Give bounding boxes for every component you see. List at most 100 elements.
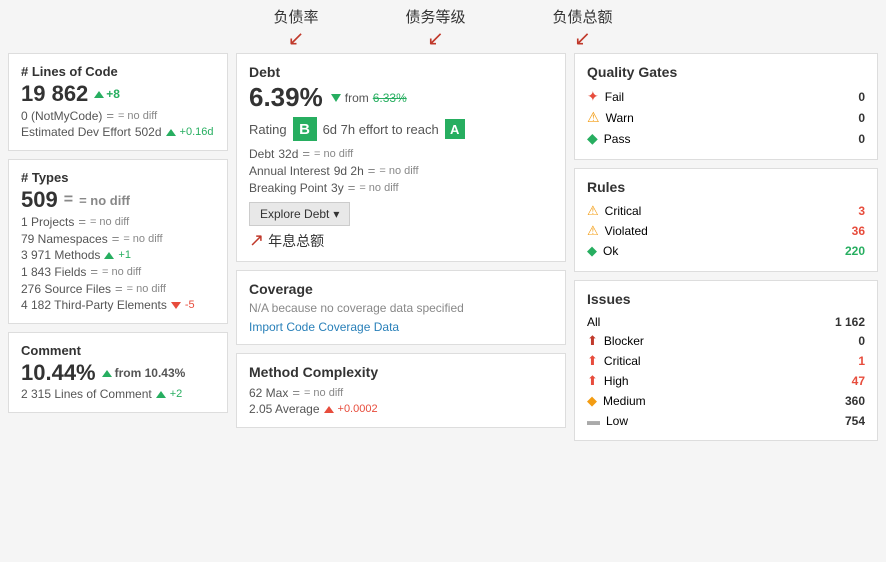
rules-violated-icon: ⚠ (587, 223, 599, 239)
methods-up-arrow (104, 252, 114, 259)
rules-ok-icon: ◆ (587, 243, 597, 259)
annual-arrow: ↗ (249, 230, 264, 251)
rules-critical-row: ⚠ Critical 3 (587, 201, 865, 221)
qg-fail-row: ✦ Fail 0 (587, 86, 865, 107)
debt-percent: 6.39% (249, 82, 323, 113)
types-title: # Types (21, 170, 215, 185)
comment-value: 10.44% from 10.43% (21, 360, 215, 386)
annotations: 负债率 ↙ 债务等级 ↙ 负债总额 ↙ (0, 0, 886, 49)
rules-card: Rules ⚠ Critical 3 ⚠ Violated 36 ◆ Ok (574, 168, 878, 272)
rules-violated-count: 36 (852, 224, 865, 238)
high-icon: ⬆ (587, 373, 598, 389)
rating-badge-b: B (293, 117, 317, 141)
rules-ok-row: ◆ Ok 220 (587, 241, 865, 261)
medium-icon: ◆ (587, 393, 597, 409)
pass-icon: ◆ (587, 130, 598, 147)
types-fields-row: 1 843 Fields = = no diff (21, 263, 215, 280)
effort-delta: +0.16d (180, 126, 214, 138)
issues-low-count: 754 (845, 414, 865, 428)
types-namespaces-row: 79 Namespaces = = no diff (21, 230, 215, 247)
issues-blocker-row: ⬆ Blocker 0 (587, 331, 865, 351)
debt-from-val: 6.33% (373, 91, 407, 105)
types-source-row: 276 Source Files = = no diff (21, 280, 215, 297)
rules-ok-count: 220 (845, 244, 865, 258)
breaking-point-row: Breaking Point 3y = = no diff (249, 179, 553, 196)
qg-warn-row: ⚠ Warn 0 (587, 107, 865, 128)
left-panel: # Lines of Code 19 862 +8 0 (NotMyCode) … (8, 53, 228, 441)
comment-lines-arrow (156, 391, 166, 398)
thirdparty-delta: -5 (185, 299, 195, 311)
coverage-link[interactable]: Import Code Coverage Data (249, 320, 399, 334)
methods-delta: +1 (118, 249, 131, 261)
issues-card: Issues All 1 162 ⬆ Blocker 0 ⬆ Critical (574, 280, 878, 441)
comment-from: from 10.43% (102, 366, 186, 380)
rules-critical-count: 3 (858, 204, 865, 218)
issues-high-count: 47 (852, 374, 865, 388)
complexity-delta: +0.0002 (338, 403, 378, 415)
debt-card: Debt 6.39% from 6.33% Rating B 6d 7h eff… (236, 53, 566, 262)
right-panel: Quality Gates ✦ Fail 0 ⚠ Warn 0 ◆ Pass (574, 53, 878, 441)
rating-badge-a: A (445, 119, 465, 139)
debt-details: Debt 32d = = no diff Annual Interest 9d … (249, 145, 553, 196)
comment-lines-row: 2 315 Lines of Comment +2 (21, 386, 215, 402)
fail-icon: ✦ (587, 88, 599, 105)
blocker-icon: ⬆ (587, 333, 598, 349)
explore-chevron-icon: ▾ (333, 207, 339, 221)
annotation-debt-total: 负债总额 ↙ (552, 6, 612, 49)
comment-title: Comment (21, 343, 215, 358)
loc-effort-row: Estimated Dev Effort 502d +0.16d (21, 124, 215, 140)
loc-up-arrow (94, 91, 104, 98)
qg-title: Quality Gates (587, 64, 865, 80)
loc-delta: +8 (94, 87, 120, 101)
arrow-debt-total: ↙ (574, 29, 591, 49)
complexity-avg-row: 2.05 Average +0.0002 (249, 401, 553, 417)
main-content: # Lines of Code 19 862 +8 0 (NotMyCode) … (0, 49, 886, 449)
low-icon: ▬ (587, 413, 600, 428)
comment-card: Comment 10.44% from 10.43% 2 315 Lines o… (8, 332, 228, 413)
effort-up-arrow (166, 129, 176, 136)
issues-blocker-count: 0 (858, 334, 865, 348)
warn-icon: ⚠ (587, 109, 600, 126)
explore-debt-button[interactable]: Explore Debt ▾ (249, 202, 350, 226)
issues-critical-count: 1 (858, 354, 865, 368)
rating-row: Rating B 6d 7h effort to reach A (249, 117, 553, 141)
issues-high-row: ⬆ High 47 (587, 371, 865, 391)
complexity-up-arrow (324, 406, 334, 413)
complexity-card: Method Complexity 62 Max = = no diff 2.0… (236, 353, 566, 428)
coverage-na: N/A because no coverage data specified (249, 301, 553, 315)
loc-card: # Lines of Code 19 862 +8 0 (NotMyCode) … (8, 53, 228, 151)
rules-title: Rules (587, 179, 865, 195)
arrow-debt-rate: ↙ (288, 29, 305, 49)
annual-annotation: ↗ 年息总额 (249, 230, 553, 251)
issues-medium-row: ◆ Medium 360 (587, 391, 865, 411)
annotation-debt-rate: 负债率 ↙ (273, 6, 318, 49)
issues-all-row: All 1 162 (587, 313, 865, 331)
qg-pass-row: ◆ Pass 0 (587, 128, 865, 149)
debt-value-row: 6.39% from 6.33% (249, 82, 553, 113)
debt-title: Debt (249, 64, 553, 80)
arrow-debt-rating: ↙ (427, 29, 444, 49)
debt-from: from 6.33% (331, 91, 407, 105)
annual-interest-row: Annual Interest 9d 2h = = no diff (249, 162, 553, 179)
debt-down-arrow (331, 94, 341, 102)
issues-medium-count: 360 (845, 394, 865, 408)
issues-critical-row: ⬆ Critical 1 (587, 351, 865, 371)
quality-gates-card: Quality Gates ✦ Fail 0 ⚠ Warn 0 ◆ Pass (574, 53, 878, 160)
types-value: 509 = = no diff (21, 187, 215, 213)
middle-panel: Debt 6.39% from 6.33% Rating B 6d 7h eff… (236, 53, 566, 441)
debt-days-row: Debt 32d = = no diff (249, 145, 553, 162)
loc-notmine-row: 0 (NotMyCode) = = no diff (21, 107, 215, 124)
complexity-max-row: 62 Max = = no diff (249, 384, 553, 401)
loc-value: 19 862 +8 (21, 81, 215, 107)
complexity-title: Method Complexity (249, 364, 553, 380)
comment-lines-delta: +2 (170, 388, 183, 400)
annotation-debt-rating: 债务等级 ↙ (405, 6, 465, 49)
types-methods-row: 3 971 Methods +1 (21, 247, 215, 263)
coverage-card: Coverage N/A because no coverage data sp… (236, 270, 566, 345)
critical-icon: ⬆ (587, 353, 598, 369)
qg-pass-count: 0 (858, 132, 865, 146)
qg-fail-count: 0 (858, 90, 865, 104)
comment-up-arrow (102, 370, 112, 377)
types-thirdparty-row: 4 182 Third-Party Elements -5 (21, 297, 215, 313)
rules-violated-row: ⚠ Violated 36 (587, 221, 865, 241)
